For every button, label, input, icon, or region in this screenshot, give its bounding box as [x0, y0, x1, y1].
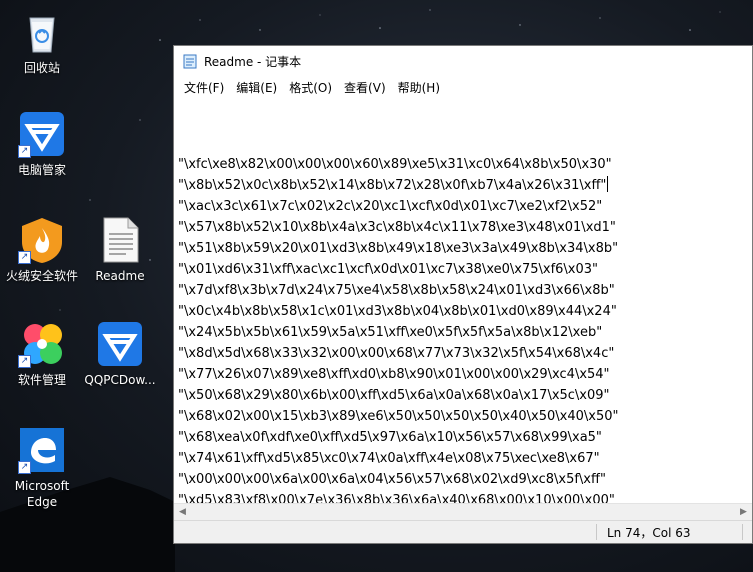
menu-view[interactable]: 查看(V)	[338, 79, 392, 96]
desktop-icon-label: 电脑管家	[17, 163, 66, 177]
text-line: "\x77\x26\x07\x89\xe8\xff\xd0\xb8\x90\x0…	[178, 367, 610, 382]
menu-help[interactable]: 帮助(H)	[392, 79, 446, 96]
text-line: "\x8d\x5d\x68\x33\x32\x00\x00\x68\x77\x7…	[178, 346, 615, 361]
desktop-icon-label: Microsoft Edge	[14, 479, 70, 509]
cursor-position: Ln 74，Col 63	[607, 526, 691, 540]
menu-edit[interactable]: 编辑(E)	[230, 79, 283, 96]
huorong-icon: ↗	[18, 216, 66, 264]
desktop-icon-label: 回收站	[23, 61, 60, 75]
notepad-window: Readme - 记事本 文件(F) 编辑(E) 格式(O) 查看(V) 帮助(…	[173, 45, 753, 544]
menu-file[interactable]: 文件(F)	[178, 79, 230, 96]
text-line: "\xfc\xe8\x82\x00\x00\x00\x60\x89\xe5\x3…	[178, 157, 612, 172]
text-line: "\xd5\x83\xf8\x00\x7e\x36\x8b\x36\x6a\x4…	[178, 493, 615, 503]
text-line: "\x51\x8b\x59\x20\x01\xd3\x8b\x49\x18\xe…	[178, 241, 619, 256]
text-line: "\x57\x8b\x52\x10\x8b\x4a\x3c\x8b\x4c\x1…	[178, 220, 616, 235]
text-line: "\x00\x00\x00\x6a\x00\x6a\x04\x56\x57\x6…	[178, 472, 606, 487]
recycle-bin-icon	[18, 8, 66, 56]
desktop-icon-recycle-bin[interactable]: 回收站	[2, 8, 82, 76]
text-line: "\x50\x68\x29\x80\x6b\x00\xff\xd5\x6a\x0…	[178, 388, 610, 403]
desktop-icon-huorong[interactable]: ↗ 火绒安全软件	[2, 216, 82, 284]
horizontal-scrollbar[interactable]: ◀ ▶	[174, 503, 752, 521]
text-line: "\x68\x02\x00\x15\xb3\x89\xe6\x50\x50\x5…	[178, 409, 619, 424]
status-divider	[742, 524, 743, 540]
desktop-icon-software-manager[interactable]: ↗ 软件管理	[2, 320, 82, 388]
desktop-icon-pc-manager[interactable]: ↗ 电脑管家	[2, 110, 82, 178]
text-line: "\x0c\x4b\x8b\x58\x1c\x01\xd3\x8b\x04\x8…	[178, 304, 617, 319]
edge-icon: ↗	[18, 426, 66, 474]
desktop-icon-qqpc-download[interactable]: QQPCDow...	[80, 320, 160, 388]
text-file-icon	[96, 216, 144, 264]
text-line: "\x74\x61\xff\xd5\x85\xc0\x74\x0a\xff\x4…	[178, 451, 600, 466]
pc-manager-icon: ↗	[18, 110, 66, 158]
text-caret	[607, 176, 609, 192]
title-bar[interactable]: Readme - 记事本	[174, 46, 752, 76]
desktop-icon-label: QQPCDow...	[84, 373, 156, 387]
desktop-icon-readme[interactable]: Readme	[80, 216, 160, 284]
menu-bar: 文件(F) 编辑(E) 格式(O) 查看(V) 帮助(H)	[174, 76, 752, 98]
text-editor[interactable]: "\xfc\xe8\x82\x00\x00\x00\x60\x89\xe5\x3…	[174, 98, 752, 503]
text-line: "\xac\x3c\x61\x7c\x02\x2c\x20\xc1\xcf\x0…	[178, 199, 603, 214]
desktop-icon-label: Readme	[95, 269, 145, 283]
shortcut-arrow-icon: ↗	[18, 145, 31, 158]
text-line: "\x68\xea\x0f\xdf\xe0\xff\xd5\x97\x6a\x1…	[178, 430, 602, 445]
software-manager-icon: ↗	[18, 320, 66, 368]
shortcut-arrow-icon: ↗	[18, 355, 31, 368]
scroll-left-icon[interactable]: ◀	[174, 504, 191, 521]
menu-format[interactable]: 格式(O)	[283, 79, 338, 96]
status-divider	[596, 524, 597, 540]
text-line: "\x7d\xf8\x3b\x7d\x24\x75\xe4\x58\x8b\x5…	[178, 283, 615, 298]
desktop-icon-label: 火绒安全软件	[5, 269, 78, 283]
window-title: Readme - 记事本	[204, 54, 302, 69]
shortcut-arrow-icon: ↗	[18, 461, 31, 474]
desktop-icon-label: 软件管理	[17, 373, 66, 387]
qqpc-download-icon	[96, 320, 144, 368]
desktop-icon-edge[interactable]: ↗ Microsoft Edge	[2, 426, 82, 510]
text-line: "\x8b\x52\x0c\x8b\x52\x14\x8b\x72\x28\x0…	[178, 176, 609, 193]
text-line: "\x24\x5b\x5b\x61\x59\x5a\x51\xff\xe0\x5…	[178, 325, 603, 340]
notepad-icon	[183, 54, 197, 69]
scroll-right-icon[interactable]: ▶	[735, 504, 752, 521]
status-bar: Ln 74，Col 63	[174, 520, 752, 543]
text-line: "\x01\xd6\x31\xff\xac\xc1\xcf\x0d\x01\xc…	[178, 262, 599, 277]
editor-content: "\xfc\xe8\x82\x00\x00\x00\x60\x89\xe5\x3…	[178, 154, 619, 503]
shortcut-arrow-icon: ↗	[18, 251, 31, 264]
